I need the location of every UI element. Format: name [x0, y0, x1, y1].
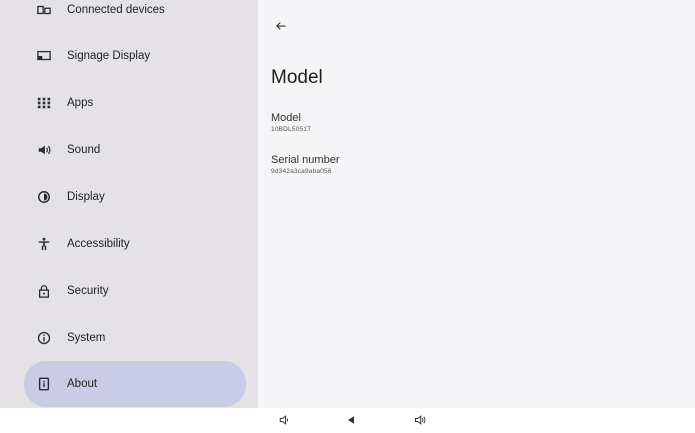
page-title: Model [271, 67, 323, 88]
sidebar-item-label: About [67, 378, 98, 390]
sidebar-item-apps[interactable]: Apps [24, 80, 246, 126]
volume-down-icon [279, 415, 289, 425]
sidebar-item-about[interactable]: About [24, 361, 246, 407]
sidebar-item-label: Accessibility [67, 238, 130, 250]
sidebar-item-label: Connected devices [67, 4, 165, 16]
sidebar-item-system[interactable]: System [24, 315, 246, 361]
accessibility-icon [36, 236, 52, 252]
sidebar-item-signage-display[interactable]: Signage Display [24, 33, 246, 79]
pref-serial-value: 9d342a3ca9aba056 [271, 168, 332, 175]
signage-display-icon [36, 48, 52, 64]
volume-down-button[interactable] [277, 413, 291, 427]
sidebar-item-label: Display [67, 191, 105, 203]
info-circle-icon [36, 330, 52, 346]
volume-up-button[interactable] [413, 413, 427, 427]
back-arrow-button[interactable] [271, 16, 291, 36]
sidebar-item-sound[interactable]: Sound [24, 127, 246, 173]
pref-model-value: 10BDL5051T [271, 126, 312, 133]
sidebar-item-security[interactable]: Security [24, 268, 246, 314]
pref-model-title: Model [271, 112, 301, 124]
sidebar-item-connected-devices[interactable]: Connected devices [24, 0, 246, 33]
detail-pane: Model Model 10BDL5051T Serial number 9d3… [258, 0, 695, 408]
back-arrow-icon [276, 22, 286, 30]
nav-back-button[interactable] [344, 413, 358, 427]
volume-icon [36, 142, 52, 158]
lock-icon [36, 283, 52, 299]
settings-sidebar: Connected devices Signage Display Apps S… [0, 0, 258, 408]
device-info-icon [36, 376, 52, 392]
back-triangle-icon [348, 416, 354, 424]
sidebar-item-label: Apps [67, 97, 94, 109]
pref-serial-title: Serial number [271, 154, 340, 166]
apps-grid-icon [36, 95, 52, 111]
sidebar-item-label: Sound [67, 144, 101, 156]
sidebar-item-label: Security [67, 285, 109, 297]
volume-up-icon [415, 415, 426, 425]
sidebar-item-label: System [67, 332, 106, 344]
sidebar-item-accessibility[interactable]: Accessibility [24, 221, 246, 267]
sidebar-item-display[interactable]: Display [24, 174, 246, 220]
brightness-icon [36, 189, 52, 205]
system-nav-bar [0, 408, 695, 433]
sidebar-item-label: Signage Display [67, 50, 151, 62]
connected-devices-icon [36, 2, 52, 18]
